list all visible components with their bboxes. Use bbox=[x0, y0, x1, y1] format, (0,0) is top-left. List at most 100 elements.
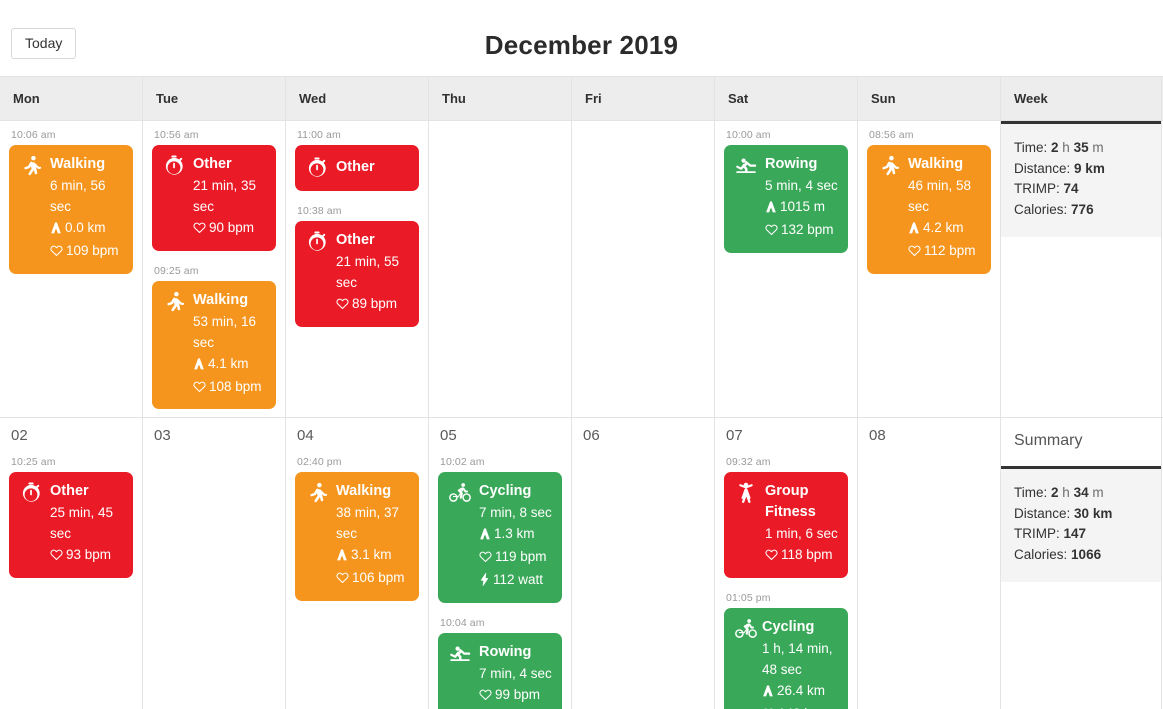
day-cell[interactable]: 08 bbox=[858, 418, 1001, 709]
stat-calories-value: 1066 bbox=[1071, 546, 1102, 562]
event-time: 10:06 am bbox=[11, 129, 56, 141]
activity-metric: 0.0 km bbox=[50, 218, 123, 241]
activity-metric-value: 1 h, 14 min, 48 sec bbox=[762, 640, 833, 677]
activity-title: Walking bbox=[193, 291, 249, 308]
day-cell[interactable]: 11:00 am Other 10:38 am Other 21 min, 55 sec… bbox=[286, 121, 429, 417]
activity-metric-value: 21 min, 55 sec bbox=[336, 254, 400, 290]
activity-title: Walking bbox=[50, 156, 106, 172]
rowing-icon bbox=[733, 155, 759, 177]
activity-metric-value: 7 min, 4 sec bbox=[479, 665, 552, 681]
activity-card-body: Other bbox=[336, 157, 409, 178]
day-number: 02 bbox=[11, 427, 28, 444]
stat-trimp-value: 147 bbox=[1063, 526, 1087, 542]
day-cell[interactable] bbox=[572, 121, 715, 417]
day-header-row: Mon Tue Wed Thu Fri Sat Sun Week bbox=[0, 77, 1163, 121]
day-cell[interactable]: 10:00 am Rowing 5 min, 4 sec 1015 m 132 bpm bbox=[715, 121, 858, 417]
activity-card-body: Rowing 7 min, 4 sec 99 bpm bbox=[479, 642, 552, 708]
activity-card[interactable]: Other 21 min, 55 sec 89 bpm bbox=[295, 221, 419, 327]
activity-metric-value: 4.2 km bbox=[923, 219, 964, 235]
heart-icon bbox=[762, 706, 775, 709]
activity-card[interactable]: Group Fitness 1 min, 6 sec 118 bpm bbox=[724, 472, 848, 578]
day-number: 07 bbox=[726, 427, 743, 444]
activity-metric: 1 h, 14 min, 48 sec bbox=[762, 639, 838, 681]
day-cell[interactable]: 08:56 am Walking 46 min, 58 sec 4.2 km 112 b… bbox=[858, 121, 1001, 417]
stat-distance: Distance: 30 km bbox=[1014, 504, 1161, 525]
activity-metric: 21 min, 55 sec bbox=[336, 252, 409, 294]
stopwatch-icon bbox=[18, 482, 44, 504]
event-time: 01:05 pm bbox=[726, 591, 771, 604]
activity-title: Group Fitness bbox=[765, 483, 816, 521]
activity-metric: 4.1 km bbox=[193, 354, 266, 377]
heart-icon bbox=[908, 243, 921, 264]
activity-metric: 6 min, 56 sec bbox=[50, 176, 123, 218]
activity-card[interactable]: Rowing 7 min, 4 sec 99 bpm bbox=[438, 632, 562, 709]
walking-icon bbox=[161, 291, 187, 313]
distance-icon bbox=[479, 526, 491, 547]
activity-title: Walking bbox=[336, 483, 392, 499]
activity-metric-value: 25 min, 45 sec bbox=[50, 505, 114, 541]
stat-trimp: TRIMP: 74 bbox=[1014, 179, 1161, 200]
walking-icon bbox=[304, 482, 330, 504]
activity-card[interactable]: Rowing 5 min, 4 sec 1015 m 132 bpm bbox=[724, 145, 848, 253]
activity-card-body: Other 21 min, 55 sec 89 bpm bbox=[336, 230, 409, 317]
column-header-label: Week bbox=[1014, 91, 1048, 106]
heart-icon bbox=[479, 549, 492, 570]
distance-icon bbox=[762, 683, 774, 704]
activity-card[interactable]: Other bbox=[295, 145, 419, 191]
stat-calories: Calories: 776 bbox=[1014, 200, 1161, 221]
stat-time-hours: 2 bbox=[1051, 485, 1059, 500]
activity-metric-value: 1.3 km bbox=[494, 525, 535, 541]
activity-metric: 89 bpm bbox=[336, 294, 409, 317]
column-header-week: Week bbox=[1001, 77, 1162, 120]
activity-metric: 5 min, 4 sec bbox=[765, 176, 838, 197]
stat-distance-label: Distance: bbox=[1014, 160, 1071, 176]
activity-card-body: Walking 38 min, 37 sec 3.1 km 106 bpm bbox=[336, 481, 409, 591]
activity-card[interactable]: Walking 38 min, 37 sec 3.1 km 106 bpm bbox=[295, 472, 419, 601]
rowing-icon bbox=[447, 643, 473, 665]
event-time: 10:04 am bbox=[440, 616, 485, 629]
day-cell[interactable]: 02 10:25 am Other 25 min, 45 sec 93 bpm bbox=[0, 418, 143, 709]
group-fitness-icon bbox=[733, 482, 759, 504]
day-number: 08 bbox=[869, 427, 886, 444]
stat-trimp: TRIMP: 147 bbox=[1014, 524, 1161, 545]
event-time: 10:02 am bbox=[440, 456, 485, 468]
day-cell[interactable]: 05 10:02 am Cycling 7 min, 8 sec 1.3 km 119 b… bbox=[429, 418, 572, 709]
activity-metric: 112 bpm bbox=[908, 241, 981, 264]
activity-title: Rowing bbox=[479, 643, 532, 660]
stat-time-minutes: 34 bbox=[1073, 485, 1089, 500]
activity-card[interactable]: Walking 46 min, 58 sec 4.2 km 112 bpm bbox=[867, 145, 991, 274]
heart-icon bbox=[765, 547, 778, 568]
activity-metric-value: 1015 m bbox=[780, 198, 826, 214]
heart-icon bbox=[193, 220, 206, 241]
heart-icon bbox=[336, 296, 349, 317]
activity-card[interactable]: Cycling 1 h, 14 min, 48 sec 26.4 km 143 bpm bbox=[724, 607, 848, 709]
day-number: 04 bbox=[297, 427, 314, 444]
cycling-icon bbox=[447, 482, 473, 504]
day-cell[interactable]: 06 bbox=[572, 418, 715, 709]
day-cell[interactable]: 07 09:32 am Group Fitness 1 min, 6 sec 118 b… bbox=[715, 418, 858, 709]
activity-card[interactable]: Other 21 min, 35 sec 90 bpm bbox=[152, 145, 276, 251]
day-number: 05 bbox=[440, 427, 457, 444]
column-header-sat: Sat bbox=[715, 77, 858, 120]
column-header-mon: Mon bbox=[0, 77, 143, 120]
activity-card[interactable]: Other 25 min, 45 sec 93 bpm bbox=[9, 472, 133, 578]
heart-icon bbox=[336, 570, 349, 591]
day-cell[interactable]: 04 02:40 pm Walking 38 min, 37 sec 3.1 km 106… bbox=[286, 418, 429, 709]
activity-metric-value: 3.1 km bbox=[351, 546, 392, 562]
activity-metric: 118 bpm bbox=[765, 545, 838, 568]
day-cell[interactable]: 10:06 am Walking 6 min, 56 sec 0.0 km 109 bp… bbox=[0, 121, 143, 417]
activity-card[interactable]: Walking 53 min, 16 sec 4.1 km 108 bpm bbox=[152, 280, 276, 410]
activity-metric: 3.1 km bbox=[336, 545, 409, 568]
week-stats-panel: Time: 2 h 35 m Distance: 9 km TRIMP: 74 … bbox=[1001, 121, 1161, 237]
day-cell[interactable]: 10:56 am Other 21 min, 35 sec 90 bpm 09:25 a… bbox=[143, 121, 286, 417]
activity-metric-value: 4.1 km bbox=[208, 355, 249, 371]
stat-distance-label: Distance: bbox=[1014, 505, 1071, 521]
stopwatch-icon bbox=[304, 231, 330, 253]
event-time: 10:25 am bbox=[11, 456, 56, 468]
column-header-label: Fri bbox=[585, 91, 602, 106]
day-cell[interactable] bbox=[429, 121, 572, 417]
activity-metric-value: 112 watt bbox=[493, 571, 544, 587]
day-cell[interactable]: 03 bbox=[143, 418, 286, 709]
activity-card[interactable]: Walking 6 min, 56 sec 0.0 km 109 bpm bbox=[9, 145, 133, 274]
activity-card[interactable]: Cycling 7 min, 8 sec 1.3 km 119 bpm 112 watt bbox=[438, 472, 562, 603]
